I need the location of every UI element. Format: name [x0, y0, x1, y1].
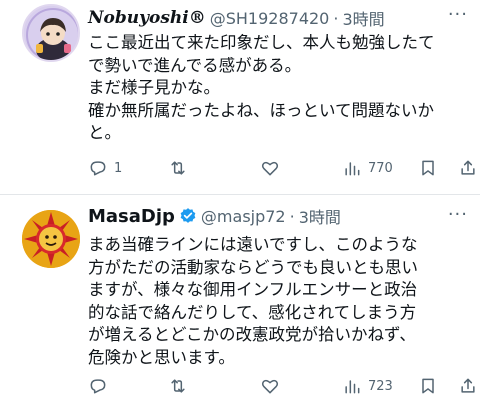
more-icon[interactable]: ··· [448, 204, 468, 225]
action-bar: 723 [88, 376, 475, 398]
separator: · [333, 8, 339, 28]
tweet-text-line: 的な話で絡んだりして、感化されてしまう方 [88, 302, 417, 322]
views-button[interactable]: 723 [342, 376, 393, 396]
retweet-icon [171, 161, 185, 175]
bookmark-icon [422, 160, 434, 176]
handle[interactable]: @SH19287420 [210, 9, 330, 28]
share-icon [461, 160, 475, 175]
divider [0, 194, 480, 195]
tweet-text-line: ここ最近出て来た印象だし、本人も勉強したて [88, 33, 435, 52]
tweet-text-line: と。 [88, 123, 121, 142]
bookmark-button[interactable] [418, 158, 438, 178]
views-icon [345, 380, 360, 394]
bookmark-button[interactable] [418, 376, 438, 396]
separator: · [289, 206, 295, 226]
display-name[interactable]: MasaDjp [88, 206, 175, 227]
avatar[interactable] [22, 4, 80, 62]
avatar[interactable] [22, 210, 80, 268]
tweet-text-line: 確か無所属だったよね、ほっといて問題ないか [88, 100, 435, 120]
timestamp[interactable]: 3時間 [299, 204, 341, 228]
display-name[interactable]: Nobuyoshi® [88, 8, 206, 28]
tweet-text-line: 危険かと思います。 [88, 347, 235, 367]
reply-count: 1 [114, 160, 123, 176]
reply-icon [90, 161, 106, 176]
reply-button[interactable]: 1 [88, 158, 122, 178]
action-bar: 1 770 [88, 158, 475, 180]
retweet-icon [171, 379, 185, 393]
tweet[interactable]: ··· Nobuyoshi® @SH19287420 · 3時間 ここ最近出て来… [0, 0, 480, 196]
tweet-text-line: まあ当確ラインには遠いですし、このような [88, 235, 418, 254]
views-icon [345, 162, 360, 176]
tweet-text: ここ最近出て来た印象だし、本人も勉強したて で勢いで進んでる感がある。 まだ様子… [88, 32, 472, 145]
tweet-text-line: 方がただの活動家ならどうでも良いとも思い [88, 257, 418, 277]
like-button[interactable] [260, 158, 286, 178]
retweet-button[interactable] [168, 376, 194, 396]
share-icon [461, 378, 475, 393]
views-count: 770 [368, 160, 393, 176]
handle[interactable]: @masjp72 [201, 207, 286, 226]
like-icon [261, 379, 279, 394]
views-count: 723 [368, 378, 393, 394]
tweet-text-line: ますが、様々な御用インフルエンサーと政治 [88, 280, 418, 299]
reply-icon [90, 379, 106, 394]
views-button[interactable]: 770 [342, 158, 393, 178]
tweet-text-line: まだ様子見かな。 [88, 78, 220, 97]
tweet-header: MasaDjp @masjp72 · 3時間 [88, 204, 341, 228]
like-button[interactable] [260, 376, 286, 396]
bookmark-icon [422, 378, 434, 394]
timestamp[interactable]: 3時間 [342, 6, 384, 30]
retweet-button[interactable] [168, 158, 194, 178]
tweet-text-line: で勢いで進んでる感がある。 [88, 55, 302, 75]
share-button[interactable] [458, 376, 478, 396]
more-icon[interactable]: ··· [448, 4, 468, 25]
tweet-text: まあ当確ラインには遠いですし、このような 方がただの活動家ならどうでも良いとも思… [88, 234, 472, 369]
tweet-header: Nobuyoshi® @SH19287420 · 3時間 [88, 6, 385, 30]
tweet[interactable]: ··· MasaDjp @masjp72 · 3時間 まあ当確ラインには遠いです… [0, 196, 480, 416]
reply-button[interactable] [88, 376, 114, 396]
like-icon [261, 161, 279, 176]
tweet-text-line: が増えるとどこかの改憲政党が拾いかねず、 [88, 325, 416, 344]
share-button[interactable] [458, 158, 478, 178]
verified-badge-icon [180, 208, 196, 223]
